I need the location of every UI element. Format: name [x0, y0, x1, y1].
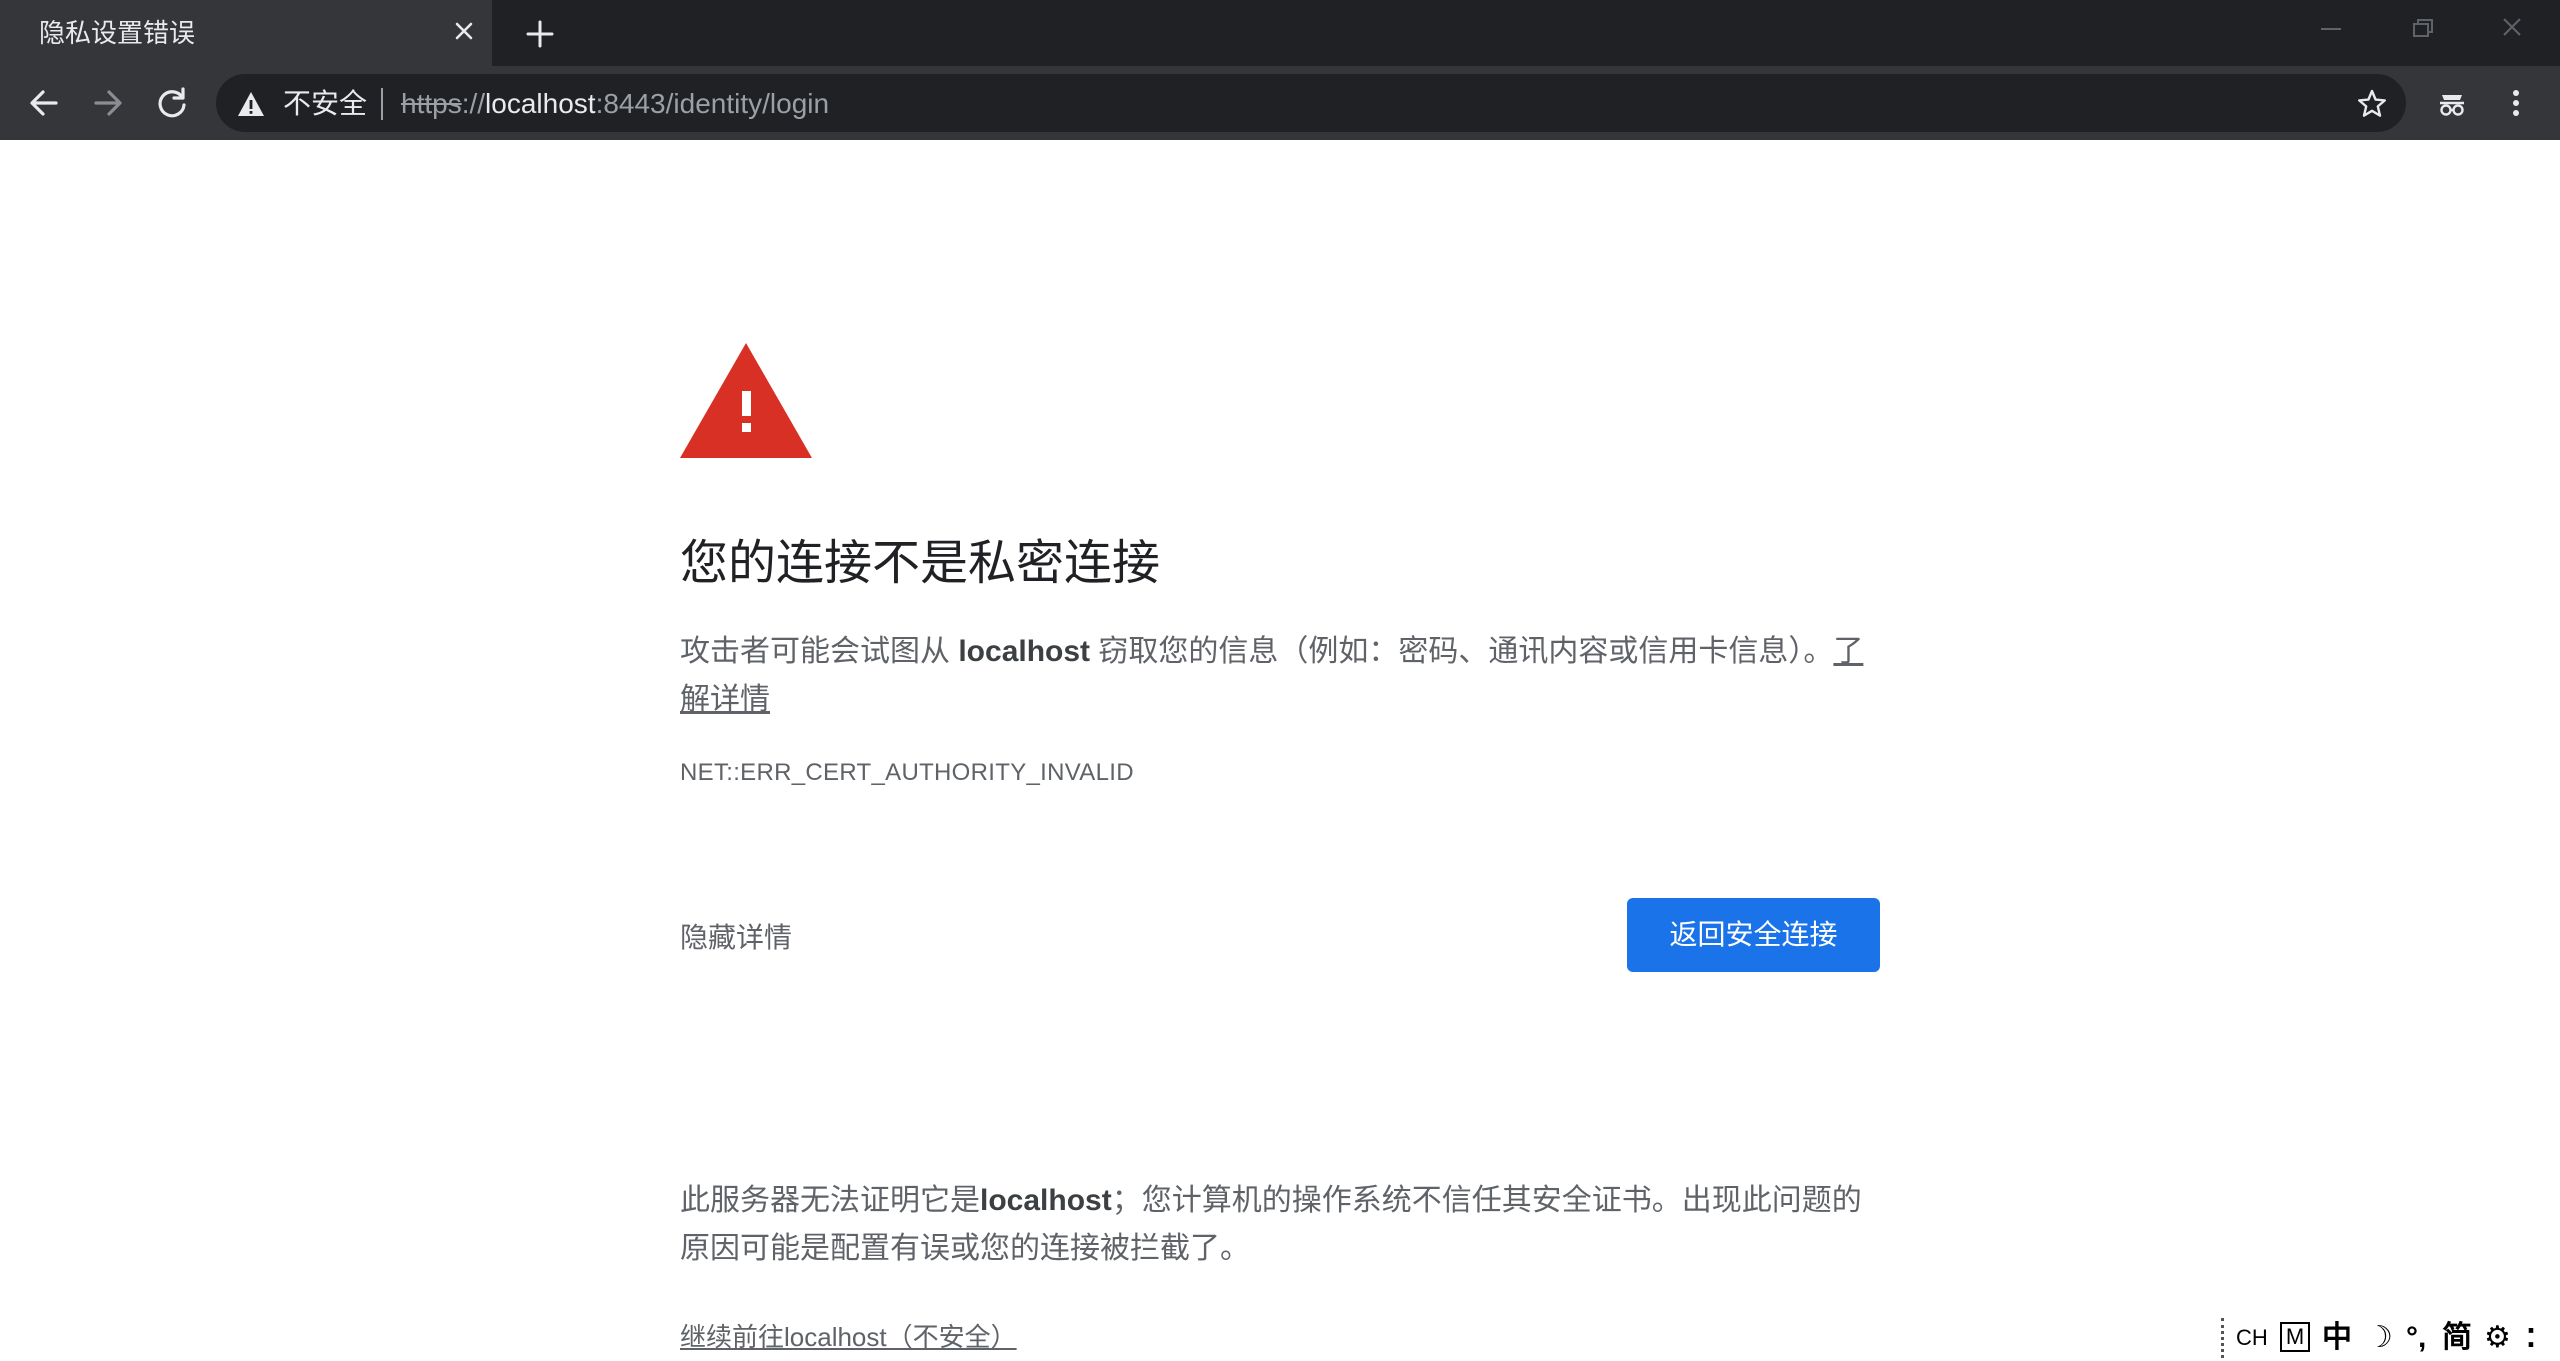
details-host: localhost: [980, 1184, 1112, 1217]
omnibox-divider: [381, 88, 383, 120]
hide-details-button[interactable]: 隐藏详情: [680, 918, 792, 958]
details-text: 此服务器无法证明它是: [680, 1184, 980, 1217]
url-scheme: https: [401, 88, 462, 119]
error-explanation: 攻击者可能会试图从 localhost 窃取您的信息（例如：密码、通讯内容或信用…: [680, 628, 1880, 724]
minimize-icon[interactable]: [2311, 14, 2351, 44]
explanation-text: 攻击者可能会试图从: [680, 635, 959, 668]
reload-icon[interactable]: [152, 83, 192, 123]
ime-language[interactable]: CH: [2236, 1320, 2268, 1356]
url-text[interactable]: https://localhost:8443/identity/login: [401, 85, 829, 123]
url-path: :8443/identity/login: [595, 88, 830, 119]
details-explanation: 此服务器无法证明它是localhost；您计算机的操作系统不信任其安全证书。出现…: [680, 1177, 1880, 1273]
punctuation-icon[interactable]: °,: [2406, 1320, 2426, 1356]
ime-simplified-toggle[interactable]: 简: [2442, 1320, 2472, 1356]
explanation-host: localhost: [958, 635, 1091, 668]
window-close-icon[interactable]: [2492, 14, 2532, 44]
warning-icon: [680, 343, 812, 458]
tab-strip: 隐私设置错误: [0, 0, 2560, 66]
plus-icon[interactable]: [522, 16, 558, 52]
page-title: 您的连接不是私密连接: [680, 537, 1161, 590]
security-status-label[interactable]: 不安全: [283, 85, 367, 123]
ime-drag-handle[interactable]: [2221, 1318, 2228, 1358]
restore-icon[interactable]: [2402, 14, 2442, 44]
gear-icon[interactable]: ⚙: [2484, 1320, 2511, 1356]
explanation-text-end: 窃取您的信息（例如：密码、通讯内容或信用卡信息）。: [1090, 635, 1834, 668]
browser-tab[interactable]: 隐私设置错误: [0, 0, 492, 66]
close-icon[interactable]: [449, 16, 479, 46]
star-icon[interactable]: [2355, 87, 2389, 121]
kebab-menu-icon[interactable]: [2496, 83, 2536, 123]
ime-mode[interactable]: M: [2280, 1322, 2310, 1352]
tab-title: 隐私设置错误: [39, 18, 196, 48]
back-to-safety-button[interactable]: 返回安全连接: [1627, 898, 1880, 972]
ime-more-icon[interactable]: ⁚: [2526, 1320, 2536, 1356]
ime-toolbar: CH M 中 ☽ °, 简 ⚙ ⁚: [2218, 1314, 2560, 1361]
warning-triangle-icon[interactable]: [236, 90, 266, 118]
back-arrow-icon[interactable]: [24, 83, 64, 123]
browser-toolbar: 不安全 https://localhost:8443/identity/logi…: [0, 66, 2560, 140]
ime-chinese-toggle[interactable]: 中: [2322, 1320, 2352, 1356]
url-host: localhost: [485, 88, 596, 119]
forward-arrow-icon[interactable]: [88, 83, 128, 123]
url-separator: ://: [461, 88, 486, 119]
extension-icon[interactable]: [2432, 83, 2472, 123]
error-code: NET::ERR_CERT_AUTHORITY_INVALID: [680, 759, 1134, 786]
moon-icon[interactable]: ☽: [2366, 1320, 2393, 1356]
proceed-unsafe-link[interactable]: 继续前往localhost（不安全）: [680, 1319, 1017, 1355]
